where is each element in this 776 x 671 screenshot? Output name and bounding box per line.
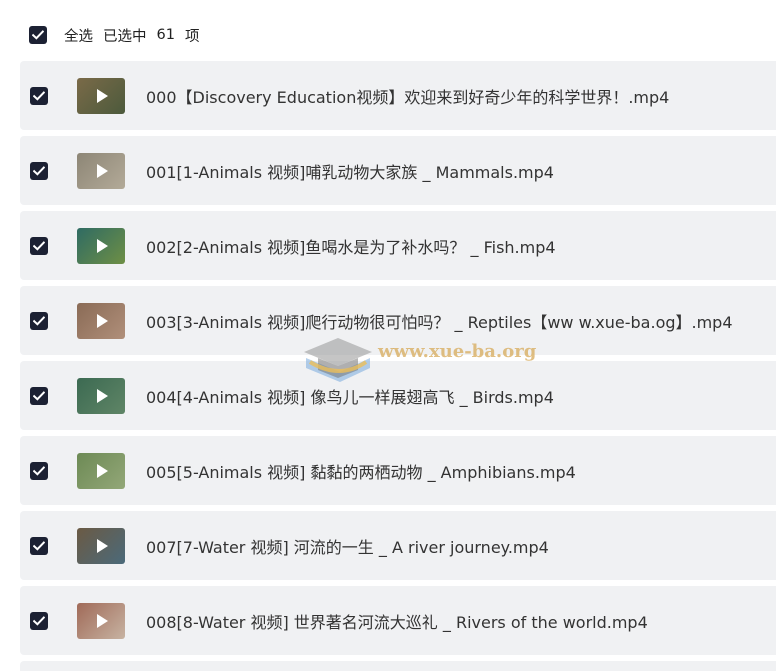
selected-count: 61	[156, 27, 175, 43]
select-all-bar: 全选 已选中 61 项	[29, 24, 199, 46]
play-icon	[97, 538, 108, 553]
check-icon	[32, 30, 44, 40]
play-icon	[97, 238, 108, 253]
play-icon	[97, 163, 108, 178]
file-checkbox[interactable]	[30, 311, 48, 330]
check-icon	[33, 390, 45, 401]
file-name: 001[1-Animals 视频]哺乳动物大家族 _ Mammals.mp4	[146, 162, 554, 182]
file-name: 000【Discovery Education视频】欢迎来到好奇少年的科学世界！…	[146, 87, 670, 107]
file-checkbox[interactable]	[30, 461, 48, 480]
check-icon	[33, 165, 45, 176]
file-checkbox[interactable]	[30, 536, 48, 555]
file-checkbox[interactable]	[30, 386, 48, 405]
file-name: 004[4-Animals 视频] 像鸟儿一样展翅高飞 _ Birds.mp4	[146, 387, 554, 407]
video-thumbnail[interactable]	[77, 77, 125, 114]
file-name: 005[5-Animals 视频] 黏黏的两栖动物 _ Amphibians.m…	[146, 462, 576, 482]
file-name: 007[7-Water 视频] 河流的一生 _ A river journey.…	[146, 537, 549, 557]
selected-prefix: 已选中	[103, 28, 147, 45]
video-thumbnail[interactable]	[77, 527, 125, 564]
video-thumbnail[interactable]	[77, 227, 125, 264]
file-checkbox[interactable]	[30, 236, 48, 255]
select-all-checkbox[interactable]	[29, 26, 47, 44]
file-row[interactable]: 007[7-Water 视频] 河流的一生 _ A river journey.…	[20, 511, 776, 580]
select-all-label[interactable]: 全选	[64, 25, 93, 46]
file-row[interactable]: 004[4-Animals 视频] 像鸟儿一样展翅高飞 _ Birds.mp4	[20, 361, 776, 430]
check-icon	[33, 465, 45, 476]
file-row[interactable]: 008[8-Water 视频] 世界著名河流大巡礼 _ Rivers of th…	[20, 586, 776, 655]
file-name: 003[3-Animals 视频]爬行动物很可怕吗？ _ Reptiles【ww…	[146, 312, 733, 332]
play-icon	[97, 88, 108, 103]
file-row[interactable]: 002[2-Animals 视频]鱼喝水是为了补水吗？ _ Fish.mp4	[20, 211, 776, 280]
file-checkbox[interactable]	[30, 161, 48, 180]
play-icon	[97, 313, 108, 328]
check-icon	[33, 90, 45, 101]
file-list: 000【Discovery Education视频】欢迎来到好奇少年的科学世界！…	[20, 61, 776, 671]
play-icon	[97, 613, 108, 628]
selected-unit: 项	[184, 28, 200, 45]
video-thumbnail[interactable]	[77, 602, 125, 639]
video-thumbnail[interactable]	[77, 152, 125, 189]
video-thumbnail[interactable]	[77, 377, 125, 414]
file-name: 008[8-Water 视频] 世界著名河流大巡礼 _ Rivers of th…	[146, 612, 648, 632]
file-row[interactable]: 005[5-Animals 视频] 黏黏的两栖动物 _ Amphibians.m…	[20, 436, 776, 505]
file-row[interactable]: 000【Discovery Education视频】欢迎来到好奇少年的科学世界！…	[20, 61, 776, 130]
file-checkbox[interactable]	[30, 611, 48, 630]
file-row[interactable]: 003[3-Animals 视频]爬行动物很可怕吗？ _ Reptiles【ww…	[20, 286, 776, 355]
play-icon	[97, 388, 108, 403]
file-checkbox[interactable]	[30, 86, 48, 105]
video-thumbnail[interactable]	[77, 302, 125, 339]
file-name: 002[2-Animals 视频]鱼喝水是为了补水吗？ _ Fish.mp4	[146, 237, 556, 257]
check-icon	[33, 315, 45, 326]
play-icon	[97, 463, 108, 478]
check-icon	[33, 615, 45, 626]
check-icon	[33, 240, 45, 251]
file-row[interactable]: 001[1-Animals 视频]哺乳动物大家族 _ Mammals.mp4	[20, 136, 776, 205]
next-row-peek	[20, 661, 776, 671]
video-thumbnail[interactable]	[77, 452, 125, 489]
check-icon	[33, 540, 45, 551]
